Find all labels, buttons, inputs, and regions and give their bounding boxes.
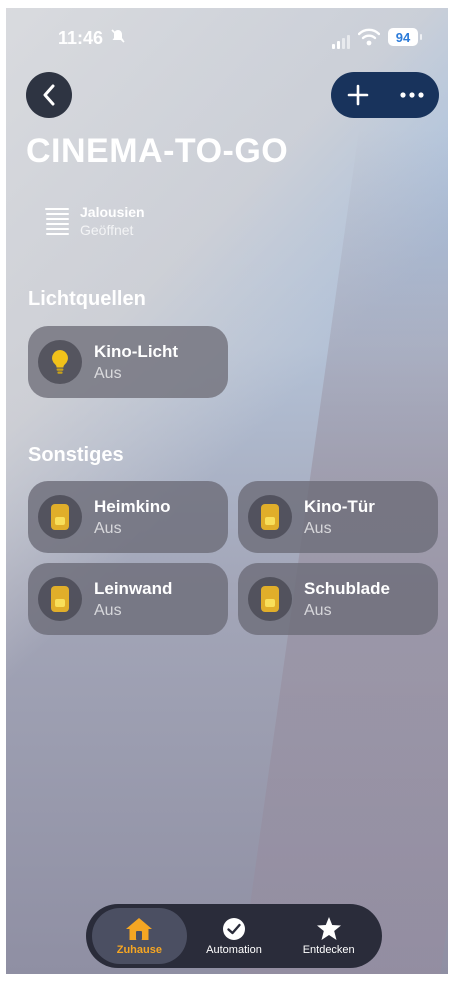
accessory-tile-schublade[interactable]: Schublade Aus (238, 563, 438, 635)
accessory-name: Kino-Licht (94, 341, 179, 361)
tab-bar: Zuhause Automation Entdecken (86, 904, 382, 968)
tab-label: Automation (206, 943, 262, 956)
accessory-name: Heimkino (94, 496, 171, 516)
add-button[interactable] (335, 72, 381, 118)
blinds-status[interactable]: Jalousien Geöffnet (44, 204, 145, 238)
home-screen: 11:46 94 CINEMA-TO-GO Jalousien Geöffnet… (6, 8, 448, 974)
star-icon (316, 917, 341, 940)
tab-label: Zuhause (116, 943, 162, 956)
tab-label: Entdecken (302, 944, 355, 956)
lightbulb-icon (38, 340, 82, 384)
ellipsis-icon (400, 92, 424, 98)
tab-automation[interactable]: Automation (187, 908, 282, 964)
more-button[interactable] (389, 72, 435, 118)
accessory-state: Aus (94, 519, 122, 537)
section-title-other: Sonstiges (28, 444, 124, 466)
blinds-name: Jalousien (80, 204, 145, 220)
silent-bell-icon (110, 28, 126, 48)
back-button[interactable] (26, 72, 72, 118)
accessory-state: Aus (304, 601, 332, 619)
header-actions (331, 72, 439, 118)
plus-icon (347, 84, 369, 106)
wifi-icon (357, 28, 381, 51)
accessory-tile-kino-licht[interactable]: Kino-Licht Aus (28, 326, 228, 398)
tab-entdecken[interactable]: Entdecken (281, 908, 376, 964)
accessory-state: Aus (304, 519, 332, 537)
accessory-tile-heimkino[interactable]: Heimkino Aus (28, 481, 228, 553)
accessory-tile-kino-tuer[interactable]: Kino-Tür Aus (238, 481, 438, 553)
accessory-name: Schublade (304, 578, 390, 598)
status-time: 11:46 (58, 28, 104, 48)
clock-check-icon (223, 917, 245, 940)
outlet-icon (38, 577, 82, 621)
blinds-state: Geöffnet (80, 222, 134, 238)
accessory-state: Aus (94, 364, 122, 382)
accessory-state: Aus (94, 601, 122, 619)
blinds-icon (45, 208, 69, 235)
section-title-lights: Lichtquellen (28, 288, 146, 310)
outlet-icon (248, 495, 292, 539)
outlet-icon (248, 577, 292, 621)
accessory-name: Leinwand (94, 578, 173, 598)
battery-indicator: 94 (388, 28, 422, 46)
chevron-left-icon (43, 84, 55, 106)
house-icon (126, 917, 153, 940)
accessory-tile-leinwand[interactable]: Leinwand Aus (28, 563, 228, 635)
accessory-name: Kino-Tür (304, 496, 375, 516)
tab-zuhause[interactable]: Zuhause (92, 908, 187, 964)
cellular-signal-icon (332, 35, 350, 49)
outlet-icon (38, 495, 82, 539)
page-title: CINEMA-TO-GO (26, 132, 289, 170)
